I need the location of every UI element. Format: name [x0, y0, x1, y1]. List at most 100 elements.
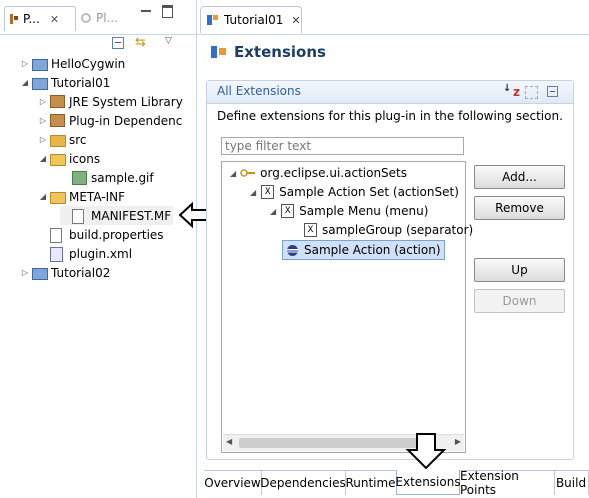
folder-icon: [50, 190, 66, 204]
remove-button[interactable]: Remove: [474, 196, 565, 220]
tree-item-label: org.eclipse.ui.actionSets: [260, 166, 408, 180]
tree-item-label: Tutorial01: [51, 75, 111, 90]
tree-item-label: Sample Action (action): [304, 243, 441, 257]
expand-icon[interactable]: ▷: [38, 135, 48, 144]
scrollbar-thumb[interactable]: [239, 438, 419, 448]
tree-item-sample-group[interactable]: X sampleGroup (separator): [304, 221, 473, 239]
collapse-icon[interactable]: ◢: [230, 169, 236, 178]
tree-item-sample-action[interactable]: Sample Action (action): [282, 240, 445, 260]
tree-item-sample-gif[interactable]: sample.gif: [60, 168, 154, 187]
project-icon: [32, 76, 48, 90]
tree-item-sample-menu[interactable]: ◢ X Sample Menu (menu): [270, 202, 428, 220]
tree-item-tutorial02[interactable]: ▷ Tutorial02: [20, 263, 110, 282]
tree-item-plugin-xml[interactable]: plugin.xml: [38, 244, 132, 263]
tab-package-explorer[interactable]: P... ✕: [4, 6, 76, 31]
tab-plugins[interactable]: Pl...: [80, 6, 130, 30]
tree-item-label: Plug-in Dependenc: [69, 113, 183, 128]
tree-item-label: MANIFEST.MF: [91, 208, 172, 223]
tab-overview[interactable]: Overview: [204, 471, 262, 495]
tab-tutorial01[interactable]: Tutorial01 ✕: [200, 6, 302, 33]
tree-item-build-properties[interactable]: build.properties: [38, 225, 164, 244]
tree-item-actionsets[interactable]: ◢ org.eclipse.ui.actionSets: [230, 164, 407, 182]
filter-input[interactable]: type filter text: [221, 137, 464, 155]
element-icon: X: [304, 223, 317, 237]
maximize-icon[interactable]: [162, 5, 173, 18]
file-icon: [72, 208, 88, 224]
plugin-manifest-icon: [207, 15, 218, 25]
page-title: Extensions: [234, 43, 326, 61]
tree-item-label: META-INF: [69, 189, 126, 204]
tab-package-explorer-label: P...: [23, 12, 40, 26]
all-extensions-section: All Extensions ↓ z Define extensions for …: [206, 80, 574, 460]
expand-icon[interactable]: ▷: [20, 59, 30, 68]
collapse-all-icon[interactable]: [112, 37, 124, 49]
project-icon: [32, 266, 48, 280]
add-button[interactable]: Add...: [474, 165, 565, 189]
tree-item-sample-action-set[interactable]: ◢ X Sample Action Set (actionSet): [250, 183, 459, 201]
tree-item-label: HelloCygwin: [51, 56, 126, 71]
package-explorer-panel: P... ✕ Pl... ⇆ ▽ ▷ HelloCygwin ◢ Tutoria…: [0, 0, 197, 498]
tree-item-hellocygwin[interactable]: ▷ HelloCygwin: [20, 54, 125, 73]
section-header: All Extensions ↓ z: [207, 81, 573, 104]
close-icon[interactable]: ✕: [50, 13, 59, 26]
expand-icon[interactable]: ▷: [38, 97, 48, 106]
tab-extension-points[interactable]: Extension Points: [460, 469, 555, 497]
tree-item-meta-inf[interactable]: ◢ META-INF: [38, 187, 125, 206]
folder-icon: [50, 152, 66, 166]
tree-item-label: Sample Action Set (actionSet): [279, 185, 459, 199]
up-button[interactable]: Up: [474, 258, 565, 282]
tree-item-label: build.properties: [69, 227, 164, 242]
down-arrow-icon: [405, 433, 447, 470]
library-icon: [50, 94, 66, 109]
tree-item-label: icons: [69, 151, 101, 166]
tree-item-label: src: [69, 132, 87, 147]
package-explorer-tab-bar: P... ✕ Pl...: [0, 0, 196, 35]
tree-item-tutorial01[interactable]: ◢ Tutorial01: [20, 73, 110, 92]
collapse-icon[interactable]: ◢: [270, 207, 276, 216]
tree-item-label: JRE System Library: [69, 94, 183, 109]
link-with-editor-icon[interactable]: ⇆: [135, 35, 146, 50]
tab-dependencies[interactable]: Dependencies: [260, 471, 346, 495]
plugins-icon: [81, 13, 91, 23]
tab-extensions[interactable]: Extensions: [395, 470, 461, 495]
tree-item-label: sample.gif: [91, 170, 154, 185]
collapse-icon[interactable]: ◢: [38, 192, 48, 201]
tree-item-label: sampleGroup (separator): [322, 223, 474, 237]
extensions-tree[interactable]: ◢ org.eclipse.ui.actionSets ◢ X Sample A…: [221, 161, 473, 453]
down-button[interactable]: Down: [474, 289, 565, 313]
project-icon: [32, 57, 48, 71]
collapse-icon[interactable]: ◢: [250, 188, 256, 197]
tree-item-icons[interactable]: ◢ icons: [38, 149, 100, 168]
scroll-right-icon[interactable]: ▶: [455, 437, 461, 446]
tree-item-label: Sample Menu (menu): [299, 204, 429, 218]
expand-icon[interactable]: ▷: [20, 268, 30, 277]
tab-plugins-label: Pl...: [96, 11, 119, 25]
editor-page-tabs: Overview Dependencies Runtime Extensions…: [204, 469, 589, 497]
extensions-icon: [211, 46, 226, 58]
tree-item-manifest[interactable]: MANIFEST.MF: [60, 206, 174, 225]
expand-icon[interactable]: ▷: [38, 116, 48, 125]
action-icon: [287, 244, 298, 256]
minimize-icon[interactable]: [141, 10, 151, 12]
tree-item-jre-library[interactable]: ▷ JRE System Library: [38, 92, 183, 111]
tab-build[interactable]: Build: [554, 471, 589, 495]
form-header: Extensions: [200, 36, 589, 68]
scroll-left-icon[interactable]: ◀: [226, 437, 232, 446]
section-description: Define extensions for this plug-in in th…: [217, 109, 563, 123]
editor-tab-label: Tutorial01: [224, 13, 284, 27]
element-icon: X: [261, 185, 275, 199]
view-menu-icon[interactable]: ▽: [165, 36, 172, 46]
tree-item-plugin-dependencies[interactable]: ▷ Plug-in Dependenc: [38, 111, 182, 130]
gif-icon: [72, 170, 88, 185]
expand-all-icon[interactable]: [525, 86, 538, 99]
collapse-icon[interactable]: ◢: [20, 78, 30, 87]
file-icon: [50, 227, 66, 243]
collapse-icon[interactable]: ◢: [38, 154, 48, 163]
sort-icon[interactable]: ↓ z: [503, 84, 520, 99]
tree-item-src[interactable]: ▷ src: [38, 130, 87, 149]
collapse-all-icon[interactable]: [547, 86, 558, 97]
close-icon[interactable]: ✕: [291, 14, 300, 27]
tab-runtime[interactable]: Runtime: [345, 471, 397, 495]
source-folder-icon: [50, 133, 66, 147]
xml-icon: [50, 246, 66, 262]
